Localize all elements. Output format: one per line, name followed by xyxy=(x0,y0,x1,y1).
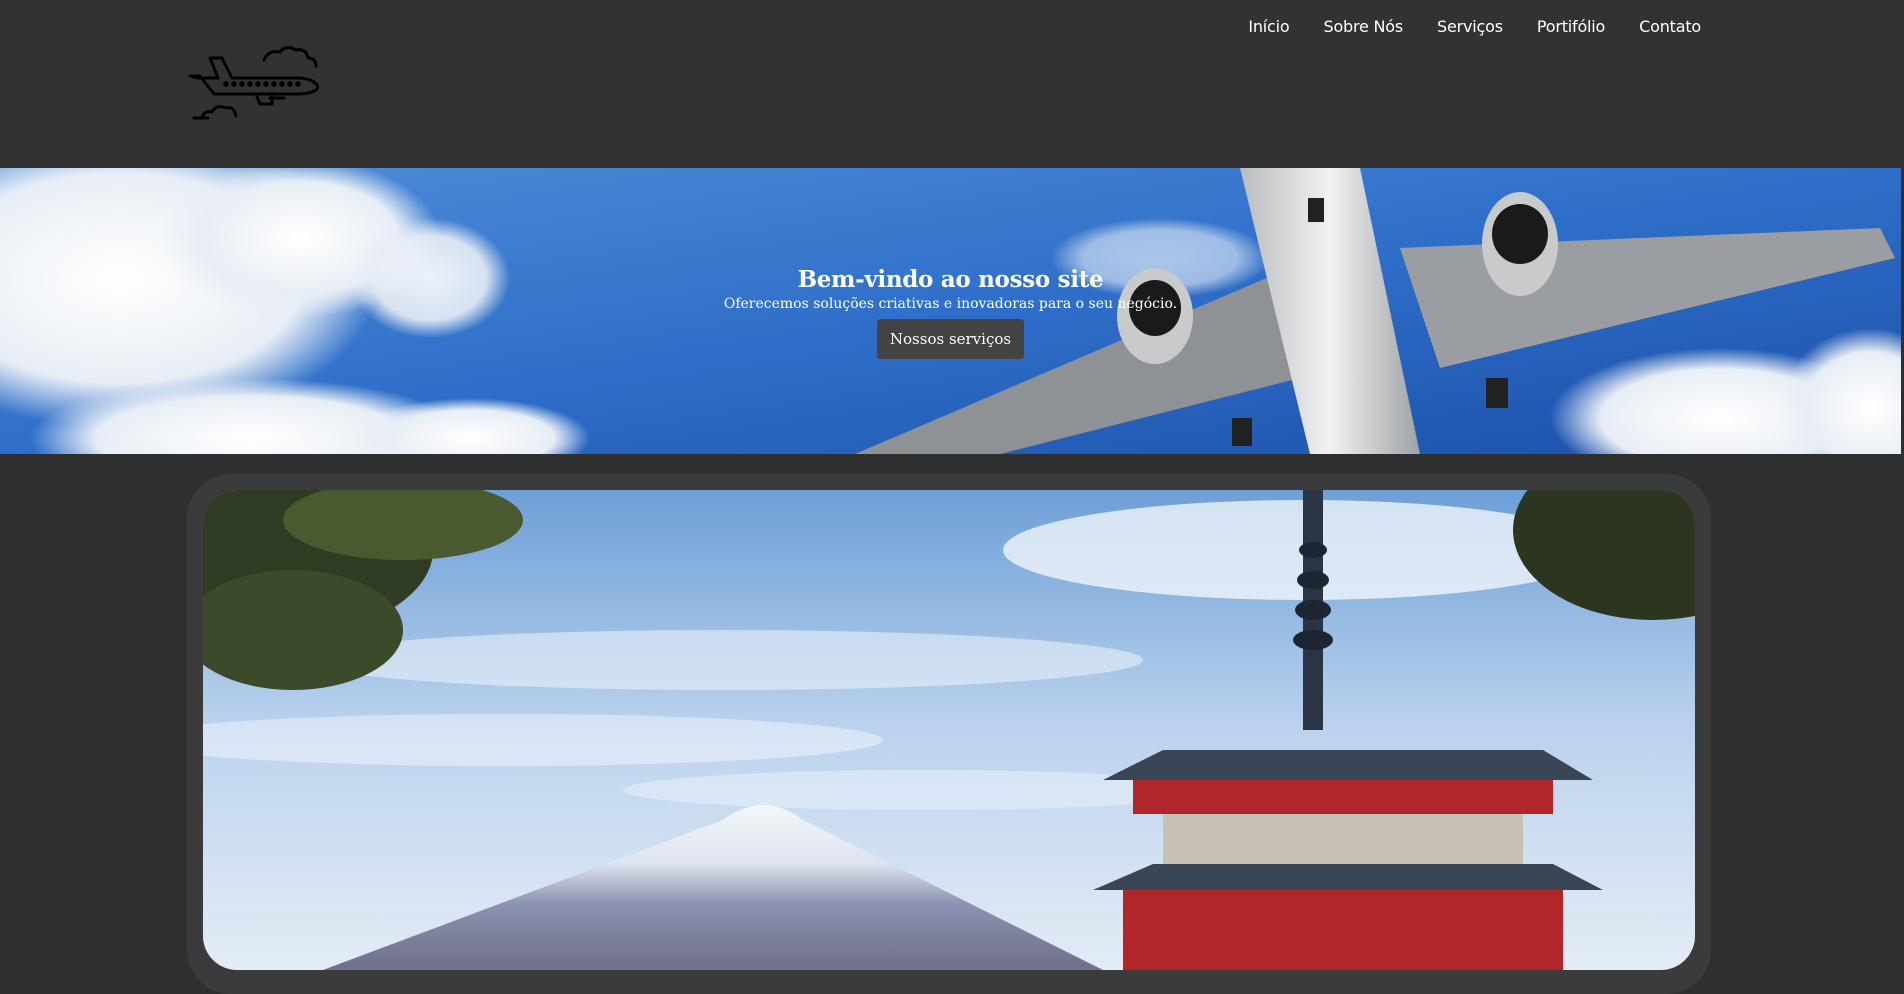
hero-title: Bem-vindo ao nosso site xyxy=(797,266,1104,293)
main-nav: Início Sobre Nós Serviços Portifólio Con… xyxy=(1248,16,1701,38)
nav-link-sobre-nos[interactable]: Sobre Nós xyxy=(1323,16,1403,38)
nav-link-portifolio[interactable]: Portifólio xyxy=(1537,16,1605,38)
nav-link-contato[interactable]: Contato xyxy=(1639,16,1701,38)
showcase-frame xyxy=(187,474,1711,994)
hero-banner: Bem-vindo ao nosso site Oferecemos soluç… xyxy=(0,168,1901,454)
airplane-logo-icon[interactable] xyxy=(186,45,340,122)
hero-subtitle: Oferecemos soluções criativas e inovador… xyxy=(723,296,1178,312)
site-header: Início Sobre Nós Serviços Portifólio Con… xyxy=(0,0,1904,168)
nav-link-inicio[interactable]: Início xyxy=(1248,16,1289,38)
nav-link-servicos[interactable]: Serviços xyxy=(1437,16,1503,38)
our-services-button[interactable]: Nossos serviços xyxy=(877,319,1024,359)
hero-content: Bem-vindo ao nosso site Oferecemos soluç… xyxy=(0,267,1901,359)
mount-fuji-pagoda-photo xyxy=(203,490,1695,970)
